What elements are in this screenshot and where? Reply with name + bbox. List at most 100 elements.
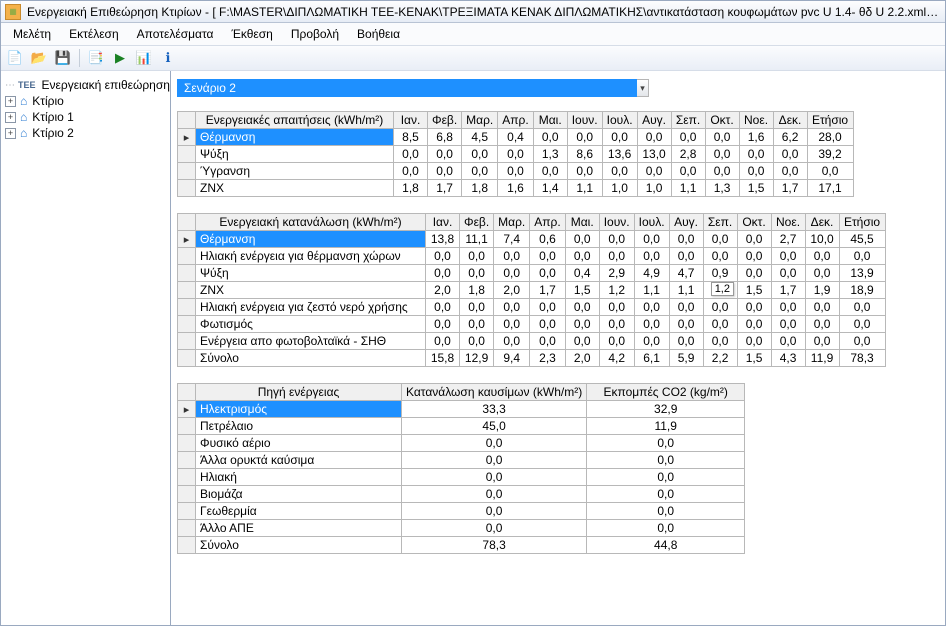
data-cell[interactable]: 78,3 — [839, 350, 885, 367]
data-cell[interactable]: 1,3 — [705, 180, 739, 197]
data-cell[interactable]: 2,0 — [565, 350, 599, 367]
data-cell[interactable]: 0,6 — [530, 231, 565, 248]
data-cell[interactable]: 0,0 — [705, 129, 739, 146]
data-cell[interactable]: 5,9 — [669, 350, 703, 367]
data-cell[interactable]: 0,0 — [805, 299, 839, 316]
data-cell[interactable]: 0,0 — [773, 163, 807, 180]
scenario-dropdown-button[interactable]: ▾ — [637, 79, 649, 97]
row-label[interactable]: Ηλιακή ενέργεια για ζεστό νερό χρήσης — [196, 299, 426, 316]
expand-icon[interactable]: + — [5, 112, 16, 123]
menu-study[interactable]: Μελέτη — [5, 25, 59, 43]
data-cell[interactable]: 0,0 — [737, 333, 771, 350]
row-label[interactable]: Άλλα ορυκτά καύσιμα — [196, 452, 402, 469]
data-cell[interactable]: 0,0 — [771, 316, 805, 333]
data-cell[interactable]: 6,1 — [634, 350, 669, 367]
data-cell[interactable]: 2,9 — [599, 265, 634, 282]
data-cell[interactable]: 0,0 — [426, 316, 460, 333]
data-cell[interactable]: 0,0 — [533, 163, 567, 180]
data-cell[interactable]: 1,0 — [637, 180, 671, 197]
row-marker[interactable] — [178, 163, 196, 180]
report-icon[interactable]: 📊 — [134, 48, 154, 68]
data-cell[interactable]: 0,0 — [460, 248, 494, 265]
row-label[interactable]: Ηλιακή ενέργεια για θέρμανση χώρων — [196, 248, 426, 265]
data-cell[interactable]: 0,0 — [565, 231, 599, 248]
data-cell[interactable]: 0,0 — [394, 146, 428, 163]
data-cell[interactable]: 0,0 — [634, 299, 669, 316]
row-label[interactable]: Θέρμανση — [196, 231, 426, 248]
data-cell[interactable]: 1,7 — [428, 180, 462, 197]
data-cell[interactable]: 0,0 — [402, 520, 587, 537]
data-cell[interactable]: 0,0 — [634, 333, 669, 350]
data-cell[interactable]: 0,0 — [402, 486, 587, 503]
data-cell[interactable]: 0,0 — [671, 163, 705, 180]
data-cell[interactable]: 32,9 — [587, 401, 745, 418]
data-cell[interactable]: 0,0 — [530, 265, 565, 282]
data-cell[interactable]: 0,0 — [637, 129, 671, 146]
row-marker[interactable] — [178, 146, 196, 163]
data-cell[interactable]: 0,0 — [462, 146, 498, 163]
data-cell[interactable]: 1,0 — [602, 180, 637, 197]
data-cell[interactable]: 0,0 — [669, 248, 703, 265]
data-cell[interactable]: 1,1 — [567, 180, 602, 197]
data-cell[interactable]: 0,0 — [771, 248, 805, 265]
data-cell[interactable]: 15,8 — [426, 350, 460, 367]
data-cell[interactable]: 1,5 — [565, 282, 599, 299]
data-cell[interactable]: 0,0 — [494, 316, 530, 333]
row-marker[interactable]: ▸ — [178, 401, 196, 418]
data-cell[interactable]: 18,9 — [839, 282, 885, 299]
row-label[interactable]: Φωτισμός — [196, 316, 426, 333]
row-marker[interactable]: ▸ — [178, 129, 196, 146]
data-cell[interactable]: 0,0 — [530, 316, 565, 333]
data-cell[interactable]: 1,5 — [739, 180, 773, 197]
data-cell[interactable]: 1,8 — [394, 180, 428, 197]
data-cell[interactable]: 1,6 — [498, 180, 533, 197]
data-cell[interactable]: 2,0 — [426, 282, 460, 299]
data-cell[interactable]: 0,0 — [587, 452, 745, 469]
data-cell[interactable]: 0,0 — [498, 146, 533, 163]
row-marker[interactable]: ▸ — [178, 231, 196, 248]
row-marker[interactable] — [178, 265, 196, 282]
data-cell[interactable]: 28,0 — [807, 129, 853, 146]
data-cell[interactable]: 1,8 — [462, 180, 498, 197]
data-cell[interactable]: 0,0 — [402, 469, 587, 486]
data-cell[interactable]: 0,0 — [599, 248, 634, 265]
data-cell[interactable]: 0,0 — [587, 503, 745, 520]
row-marker[interactable] — [178, 537, 196, 554]
data-cell[interactable]: 0,0 — [494, 299, 530, 316]
data-cell[interactable]: 0,4 — [565, 265, 599, 282]
info-button[interactable]: ℹ — [158, 48, 178, 68]
data-cell[interactable]: 0,0 — [599, 333, 634, 350]
data-cell[interactable]: 0,0 — [839, 248, 885, 265]
data-cell[interactable]: 0,0 — [428, 146, 462, 163]
row-marker[interactable] — [178, 486, 196, 503]
new-button[interactable]: 📄 — [5, 48, 25, 68]
clone-button[interactable]: 📑 — [86, 48, 106, 68]
data-cell[interactable]: 0,0 — [599, 316, 634, 333]
save-button[interactable]: 💾 — [53, 48, 73, 68]
data-cell[interactable]: 0,0 — [839, 333, 885, 350]
data-cell[interactable]: 2,0 — [494, 282, 530, 299]
row-label[interactable]: Άλλο ΑΠΕ — [196, 520, 402, 537]
data-cell[interactable]: 1,3 — [533, 146, 567, 163]
data-cell[interactable]: 10,0 — [805, 231, 839, 248]
data-cell[interactable]: 0,0 — [599, 231, 634, 248]
data-cell[interactable]: 1,1 — [671, 180, 705, 197]
data-cell[interactable]: 0,0 — [498, 163, 533, 180]
data-cell[interactable]: 0,0 — [805, 316, 839, 333]
data-cell[interactable]: 0,0 — [634, 248, 669, 265]
data-cell[interactable]: 0,0 — [587, 486, 745, 503]
row-marker[interactable] — [178, 469, 196, 486]
row-marker[interactable] — [178, 282, 196, 299]
row-marker[interactable] — [178, 452, 196, 469]
data-cell[interactable]: 0,0 — [460, 333, 494, 350]
menu-execute[interactable]: Εκτέλεση — [61, 25, 127, 43]
row-label[interactable]: Σύνολο — [196, 537, 402, 554]
row-label[interactable]: Ψύξη — [196, 146, 394, 163]
data-cell[interactable]: 78,3 — [402, 537, 587, 554]
data-cell[interactable]: 2,8 — [671, 146, 705, 163]
data-cell[interactable]: 0,0 — [805, 333, 839, 350]
data-cell[interactable]: 33,3 — [402, 401, 587, 418]
data-cell[interactable]: 2,2 — [703, 350, 737, 367]
data-cell[interactable]: 13,0 — [637, 146, 671, 163]
row-label[interactable]: Ενέργεια απο φωτοβολταϊκά - ΣΗΘ — [196, 333, 426, 350]
